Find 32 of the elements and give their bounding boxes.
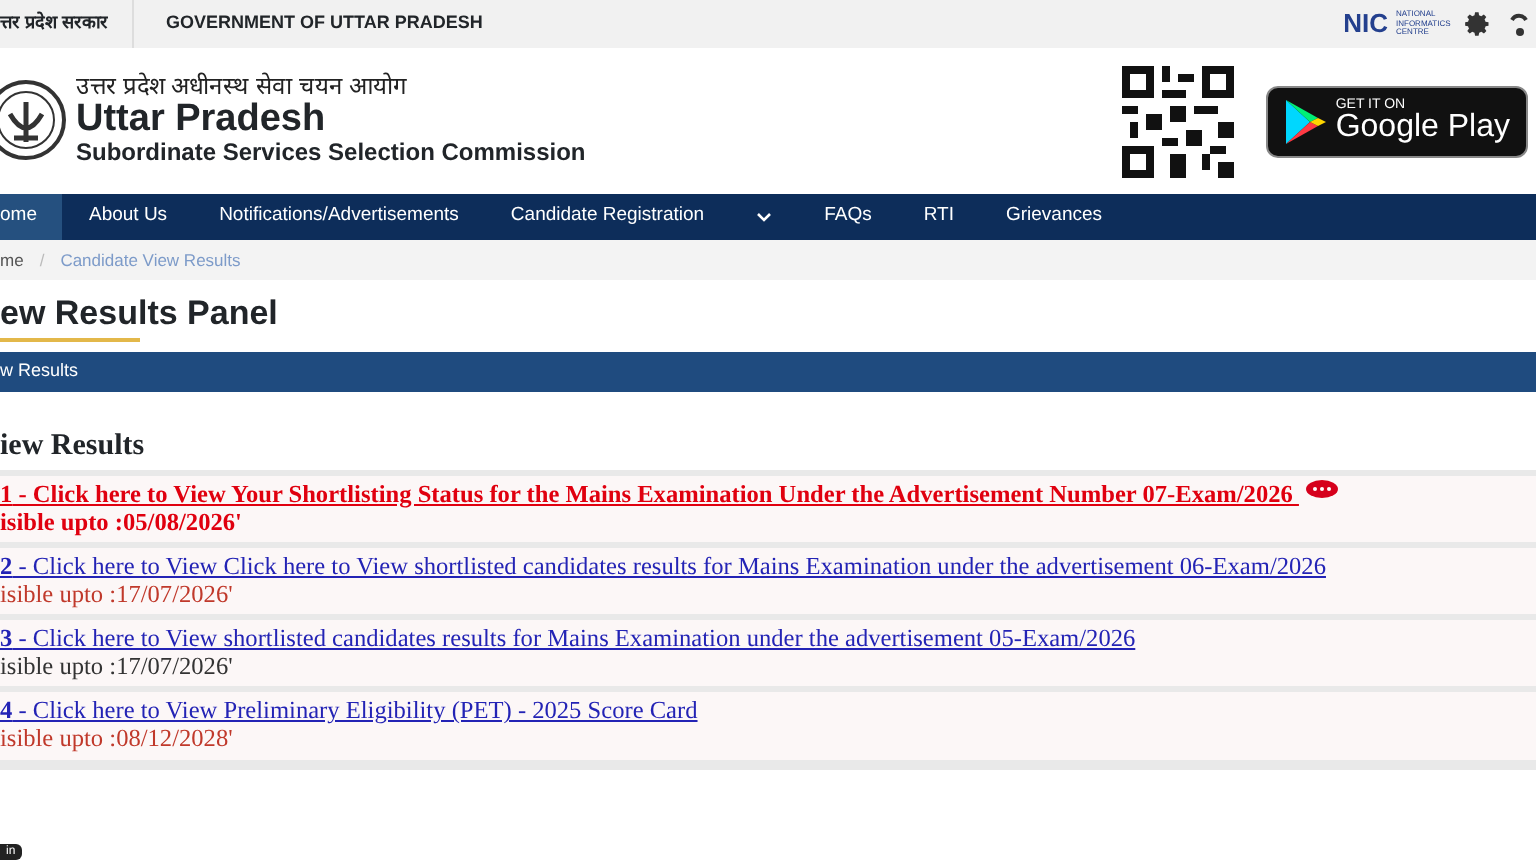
- breadcrumb-current: Candidate View Results: [60, 247, 241, 273]
- hindi-title: उत्तर प्रदेश अधीनस्थ सेवा चयन आयोग: [76, 74, 410, 101]
- nav-link[interactable]: Grievances: [979, 194, 1129, 240]
- site-title: Uttar Pradesh: [76, 100, 328, 139]
- result-link[interactable]: 2 - Click here to View Click here to View shortlisted candidates results for Mains Examination under the advertisement 06-Exam/2026: [0, 551, 1326, 580]
- section-heading: iew Results: [0, 428, 147, 466]
- accessibility-icon[interactable]: [1508, 10, 1528, 38]
- breadcrumb-separator: /: [39, 247, 45, 273]
- result-link[interactable]: 1 - Click here to View Your Shortlisting Status for the Mains Examination Under the Advertisement Number 07-Exam/2026: [0, 479, 1299, 507]
- government-label: त्तर प्रदेश सरकार: [0, 0, 135, 48]
- nic-logo: NIC: [1343, 6, 1388, 43]
- panel-header: w Results: [0, 352, 1536, 392]
- emblem-logo: [0, 78, 68, 163]
- visibility-date: isible upto :05/08/2026': [0, 507, 244, 536]
- site-subtitle: Subordinate Services Selection Commission: [76, 138, 586, 168]
- nav-link[interactable]: About Us: [62, 194, 194, 240]
- visibility-date: isible upto :17/07/2026': [0, 652, 235, 681]
- visibility-date: isible upto :17/07/2026': [0, 579, 235, 609]
- qr-code: [1121, 65, 1234, 177]
- visibility-date: isible upto :08/12/2028': [0, 724, 235, 754]
- settings-icon[interactable]: [1464, 10, 1492, 38]
- nav-link[interactable]: Candidate Registration: [484, 194, 731, 240]
- nav-link[interactable]: RTI: [897, 194, 980, 240]
- nav-link[interactable]: Notifications/Advertisements: [193, 194, 485, 240]
- play-store-icon: [1283, 97, 1328, 145]
- government-label: GOVERNMENT OF UTTAR PRADESH: [166, 10, 483, 37]
- breadcrumb-link[interactable]: me: [0, 247, 24, 273]
- result-link[interactable]: 3 - Click here to View shortlisted candidates results for Mains Examination under the advertisement 05-Exam/2026: [0, 624, 1136, 653]
- nav-link[interactable]: ome: [0, 194, 63, 240]
- page-title: ew Results Panel: [0, 296, 280, 330]
- result-link[interactable]: 4 - Click here to View Preliminary Eligibility (PET) - 2025 Score Card: [0, 696, 698, 725]
- nav-link[interactable]: FAQs: [798, 194, 898, 240]
